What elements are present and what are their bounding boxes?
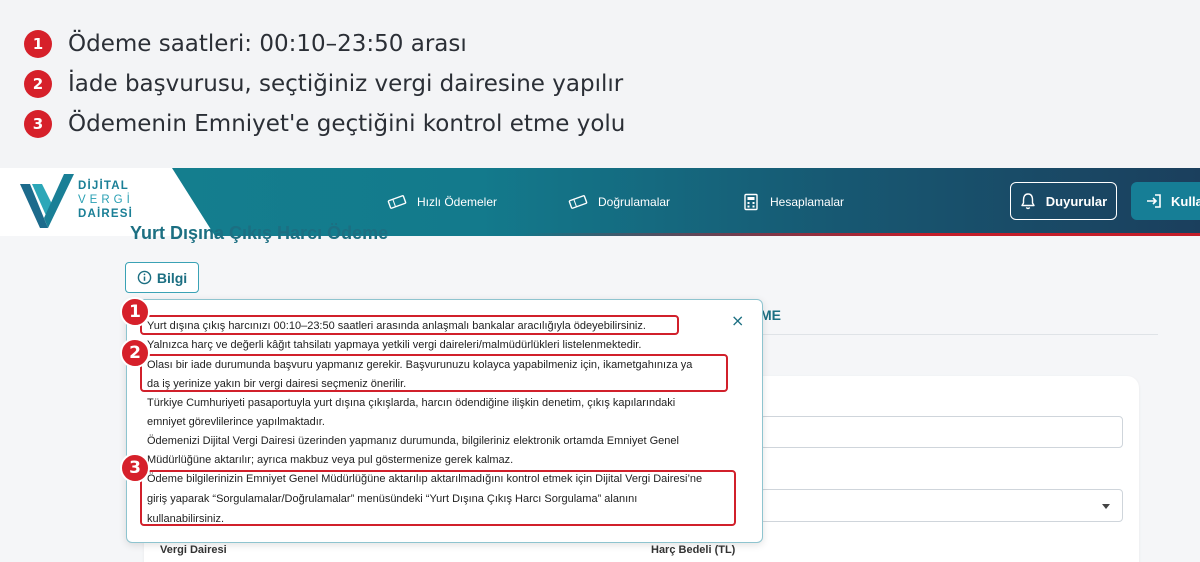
popover-line: Müdürlüğüne aktarılır; ayrıca makbuz vey… [147, 454, 514, 466]
ticket-icon [387, 195, 407, 209]
page-title: Yurt Dışına Çıkış Harcı Ödeme [130, 223, 389, 243]
login-icon [1147, 194, 1161, 208]
close-icon[interactable]: × [731, 311, 744, 331]
logo-line-2: VERGİ [78, 194, 134, 206]
marker-3: 3 [120, 453, 150, 483]
login-button[interactable]: Kullan [1131, 182, 1200, 220]
nav-label: Doğrulamalar [598, 195, 671, 209]
marker-1: 1 [120, 297, 150, 327]
chevron-down-icon [1102, 504, 1110, 509]
nav-hizli-odemeler[interactable]: Hızlı Ödemeler [387, 168, 497, 236]
ticket-icon [568, 195, 588, 209]
logo-line-1: DİJİTAL [78, 180, 129, 192]
info-icon [137, 270, 152, 285]
info-button-label: Bilgi [156, 269, 188, 286]
info-button[interactable]: Bilgi [125, 262, 199, 293]
nav-hesaplamalar[interactable]: Hesaplamalar [742, 168, 844, 236]
popover-line: emniyet görevlilerince yapılmaktadır. [147, 416, 325, 428]
annotation-number: 3 [24, 110, 52, 138]
bell-icon [1021, 193, 1035, 210]
nav-label: Hızlı Ödemeler [417, 195, 498, 209]
calculator-icon [744, 193, 758, 211]
header-accent-line [520, 233, 1200, 236]
tab-divider [760, 334, 1158, 335]
text-input[interactable] [760, 416, 1123, 448]
logo-mark-icon [20, 174, 74, 228]
tab-partial[interactable]: ME [760, 307, 781, 323]
column-header-harc-bedeli: Harç Bedeli (TL) [651, 544, 736, 556]
highlight-box-1 [140, 315, 679, 335]
highlight-box-3 [140, 470, 736, 526]
announcements-label: Duyurular [1045, 193, 1108, 209]
select-dropdown[interactable] [760, 489, 1123, 522]
annotation-number: 1 [24, 30, 52, 58]
annotation-text: Ödemenin Emniyet'e geçtiğini kontrol etm… [68, 111, 626, 137]
announcements-button[interactable]: Duyurular [1010, 182, 1117, 220]
popover-line: Yalnızca harç ve değerli kâğıt tahsilatı… [147, 339, 642, 351]
column-header-vergi-dairesi: Vergi Dairesi [160, 544, 227, 556]
popover-line: Ödemenizi Dijital Vergi Dairesi üzerinde… [147, 435, 679, 447]
nav-label: Hesaplamalar [770, 195, 845, 209]
marker-2: 2 [120, 338, 150, 368]
annotation-panel: 1 Ödeme saatleri: 00:10–23:50 arası 2 İa… [0, 0, 1200, 168]
annotation-1: 1 Ödeme saatleri: 00:10–23:50 arası [24, 29, 467, 59]
logo-line-3: DAİRESİ [78, 208, 134, 220]
annotation-2: 2 İade başvurusu, seçtiğiniz vergi daire… [24, 69, 623, 99]
annotation-number: 2 [24, 70, 52, 98]
login-label: Kullan [1171, 193, 1200, 209]
annotation-text: İade başvurusu, seçtiğiniz vergi dairesi… [68, 71, 624, 97]
popover-line: Türkiye Cumhuriyeti pasaportuyla yurt dı… [147, 397, 676, 409]
annotation-3: 3 Ödemenin Emniyet'e geçtiğini kontrol e… [24, 109, 625, 139]
highlight-box-2 [140, 354, 728, 392]
annotation-text: Ödeme saatleri: 00:10–23:50 arası [68, 31, 467, 57]
nav-dogrulamalar[interactable]: Doğrulamalar [568, 168, 670, 236]
